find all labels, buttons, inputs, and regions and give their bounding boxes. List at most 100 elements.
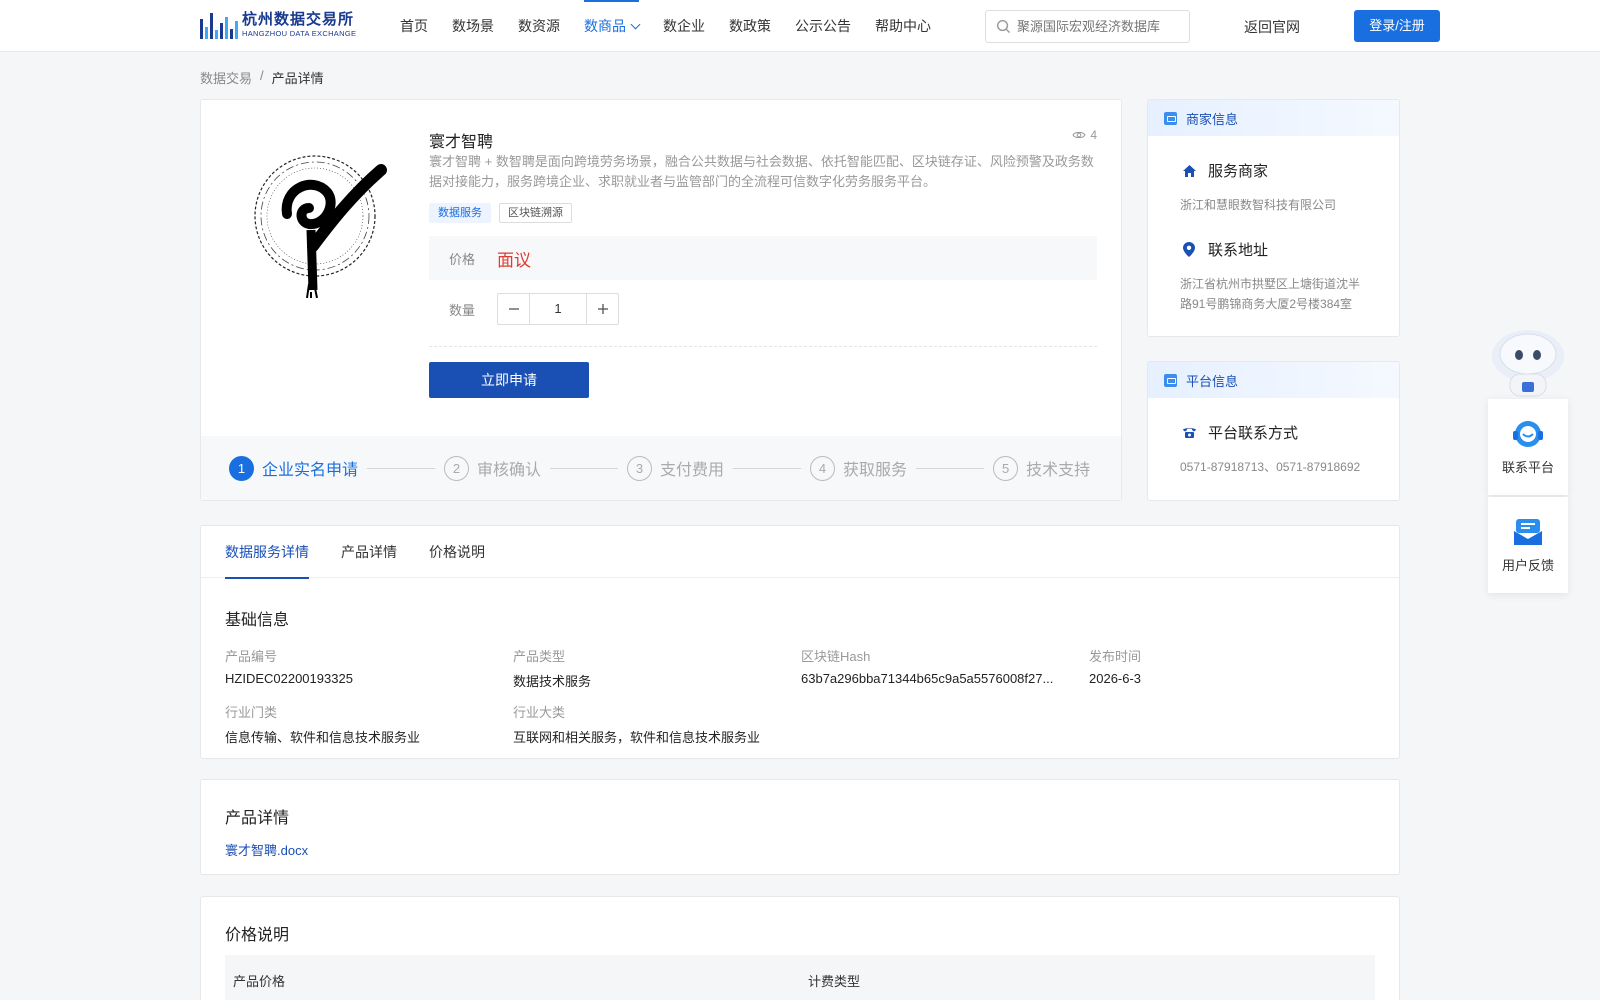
platform-contact-title: 平台联系方式 <box>1208 425 1299 442</box>
decrement-button[interactable] <box>498 294 529 324</box>
divider <box>429 346 1097 347</box>
site-logo[interactable]: 杭州数据交易所 HANGZHOU DATA EXCHANGE <box>200 9 356 41</box>
breadcrumb: 数据交易 / 产品详情 <box>200 68 324 87</box>
step-1: 1 企业实名申请 <box>229 455 358 481</box>
product-tags: 数据服务 区块链溯源 <box>429 203 572 223</box>
step-connector <box>733 467 802 469</box>
logo-mark-icon <box>200 11 238 39</box>
feedback-mail-icon <box>1514 518 1542 545</box>
breadcrumb-parent[interactable]: 数据交易 <box>200 68 252 87</box>
nav-item-home[interactable]: 首页 <box>400 0 428 52</box>
nav-item-scenes[interactable]: 数场景 <box>452 0 494 52</box>
step-label: 支付费用 <box>660 462 725 479</box>
field-product-code: 产品编号 HZIDEC02200193325 <box>225 646 503 686</box>
location-pin-icon <box>1180 241 1198 259</box>
process-steps: 1 企业实名申请 2 审核确认 3 支付费用 4 获取服务 5 技术支持 <box>201 436 1121 500</box>
view-count: 4 <box>1072 128 1097 142</box>
price-row: 价格 面议 <box>429 236 1097 280</box>
user-feedback-label: 用户反馈 <box>1501 557 1554 573</box>
service-merchant-name: 浙江和慧眼数智科技有限公司 <box>1180 198 1337 212</box>
nav-item-policies[interactable]: 数政策 <box>729 0 771 52</box>
step-number: 3 <box>627 455 653 481</box>
price-description-title: 价格说明 <box>225 927 290 944</box>
step-4: 4 获取服务 <box>810 455 908 481</box>
tag-blockchain-trace: 区块链溯源 <box>499 203 572 223</box>
logo-subtitle: HANGZHOU DATA EXCHANGE <box>242 29 357 39</box>
nav-item-help[interactable]: 帮助中心 <box>875 0 931 52</box>
field-value: 信息传输、软件和信息技术服务业 <box>225 730 421 745</box>
column-header-billing-type: 计费类型 <box>808 973 861 989</box>
merchant-info-heading: 商家信息 <box>1186 111 1239 127</box>
phone-icon <box>1180 424 1198 442</box>
product-detail-panel: 产品详情 寰才智聘.docx <box>200 779 1400 875</box>
contact-platform-button[interactable]: 联系平台 <box>1488 399 1568 495</box>
assistant-robot-icon[interactable] <box>1488 322 1568 400</box>
field-value: 2026-6-3 <box>1089 671 1142 686</box>
nav-item-products[interactable]: 数商品 <box>584 0 641 52</box>
apply-now-button[interactable]: 立即申请 <box>429 362 589 398</box>
contact-address-title: 联系地址 <box>1208 242 1269 259</box>
merchant-info-card: 商家信息 服务商家 浙江和慧眼数智科技有限公司 联系地址 浙江省杭州市拱墅区上塘… <box>1147 99 1400 337</box>
step-5: 5 技术支持 <box>993 455 1091 481</box>
search-box[interactable] <box>985 10 1190 43</box>
increment-button[interactable] <box>587 294 618 324</box>
field-key: 行业门类 <box>225 705 278 720</box>
field-value: HZIDEC02200193325 <box>225 671 353 686</box>
field-key: 发布时间 <box>1089 649 1142 664</box>
search-input[interactable] <box>1017 19 1177 34</box>
step-connector <box>367 467 436 469</box>
product-detail-title: 产品详情 <box>225 810 290 827</box>
nav-item-enterprises[interactable]: 数企业 <box>663 0 705 52</box>
field-industry-category: 行业门类 信息传输、软件和信息技术服务业 <box>225 702 503 746</box>
eye-icon <box>1072 131 1086 139</box>
step-3: 3 支付费用 <box>627 455 725 481</box>
product-title: 寰才智聘 <box>429 134 494 151</box>
quantity-input[interactable]: 1 <box>529 294 587 324</box>
product-logo-image <box>254 155 387 298</box>
product-description: 寰才智聘 + 数智聘是面向跨境劳务场景，融合公共数据与社会数据、依托智能匹配、区… <box>429 154 1094 189</box>
card-icon <box>1164 373 1177 387</box>
step-label: 审核确认 <box>477 462 542 479</box>
main-nav: 首页 数场景 数资源 数商品 数企业 数政策 公示公告 帮助中心 <box>400 0 955 52</box>
breadcrumb-current: 产品详情 <box>271 71 324 86</box>
column-header-product-price: 产品价格 <box>233 973 286 989</box>
basic-info-title: 基础信息 <box>225 612 290 629</box>
back-to-site-link[interactable]: 返回官网 <box>1244 17 1300 37</box>
tab-data-service-detail[interactable]: 数据服务详情 <box>225 526 309 579</box>
product-doc-link[interactable]: 寰才智聘.docx <box>225 840 308 859</box>
platform-info-header: 平台信息 <box>1148 362 1399 398</box>
field-key: 产品编号 <box>225 649 278 664</box>
nav-item-resources[interactable]: 数资源 <box>518 0 560 52</box>
user-feedback-button[interactable]: 用户反馈 <box>1488 497 1568 593</box>
field-product-type: 产品类型 数据技术服务 <box>513 646 791 690</box>
step-number: 2 <box>444 455 470 481</box>
quantity-stepper: 1 <box>497 293 619 325</box>
tab-price-description[interactable]: 价格说明 <box>429 526 485 578</box>
field-value: 数据技术服务 <box>513 674 592 689</box>
price-table-header: 产品价格 计费类型 <box>225 955 1375 1000</box>
detail-tabs: 数据服务详情 产品详情 价格说明 <box>201 526 1399 579</box>
tag-data-service: 数据服务 <box>429 203 491 223</box>
step-label: 获取服务 <box>843 462 908 479</box>
step-connector <box>550 467 619 469</box>
home-icon <box>1180 162 1198 180</box>
product-card: 寰才智聘 4 寰才智聘 + 数智聘是面向跨境劳务场景，融合公共数据与社会数据、依… <box>200 99 1122 501</box>
quantity-label: 数量 <box>449 302 476 318</box>
quantity-row: 数量 1 <box>429 293 619 325</box>
step-label: 技术支持 <box>1026 462 1091 479</box>
tab-product-detail[interactable]: 产品详情 <box>341 526 397 578</box>
nav-item-announcements[interactable]: 公示公告 <box>795 0 851 52</box>
field-value: 63b7a296bba71344b65c9a5a5576008f27... <box>801 671 1054 686</box>
login-register-button[interactable]: 登录/注册 <box>1354 10 1440 42</box>
platform-phone-numbers: 0571-87918713、0571-87918692 <box>1180 460 1361 474</box>
step-number: 5 <box>993 455 1019 481</box>
price-description-panel: 价格说明 产品价格 计费类型 <box>200 896 1400 1000</box>
step-number: 1 <box>229 455 254 481</box>
headset-support-icon <box>1513 420 1543 447</box>
field-industry-class: 行业大类 互联网和相关服务，软件和信息技术服务业 <box>513 702 791 746</box>
price-value: 面议 <box>497 250 531 270</box>
field-key: 产品类型 <box>513 649 566 664</box>
logo-title: 杭州数据交易所 <box>242 11 355 29</box>
field-value: 互联网和相关服务，软件和信息技术服务业 <box>513 730 761 745</box>
chevron-down-icon <box>630 19 641 29</box>
